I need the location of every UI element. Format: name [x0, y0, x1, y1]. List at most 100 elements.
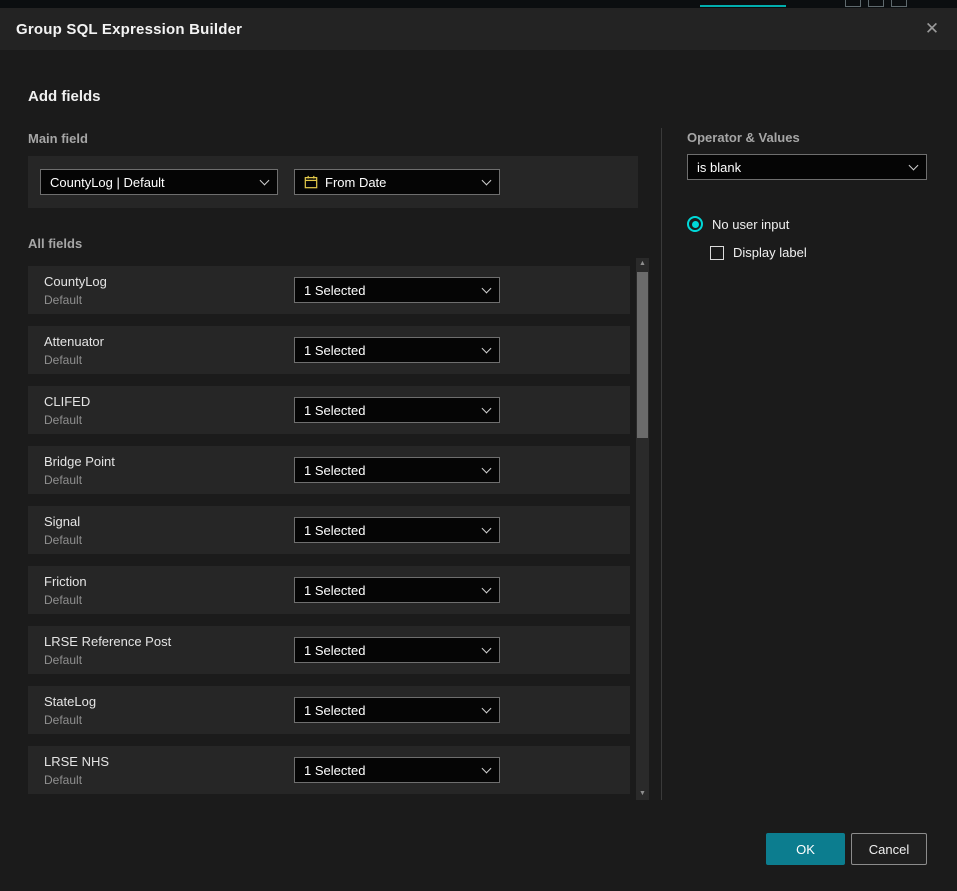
field-selected-dropdown[interactable]: 1 Selected [294, 397, 500, 423]
field-subtitle: Default [44, 413, 294, 427]
field-subtitle: Default [44, 593, 294, 607]
field-selected-dropdown[interactable]: 1 Selected [294, 577, 500, 603]
field-name: Signal [44, 514, 294, 529]
field-row: Signal Default 1 Selected [28, 506, 630, 554]
main-field-date-dropdown[interactable]: From Date [294, 169, 500, 195]
field-name: Bridge Point [44, 454, 294, 469]
field-meta: LRSE NHS Default [44, 754, 294, 787]
field-selected-dropdown[interactable]: 1 Selected [294, 517, 500, 543]
operator-value: is blank [697, 160, 902, 175]
field-selected-value: 1 Selected [304, 763, 475, 778]
field-row: Attenuator Default 1 Selected [28, 326, 630, 374]
field-row: Bridge Point Default 1 Selected [28, 446, 630, 494]
field-name: StateLog [44, 694, 294, 709]
field-meta: Signal Default [44, 514, 294, 547]
chevron-down-icon [482, 463, 492, 473]
scrollbar-up-arrow-icon[interactable]: ▲ [636, 258, 649, 270]
field-meta: StateLog Default [44, 694, 294, 727]
scrollbar-thumb[interactable] [637, 272, 648, 438]
field-row: LRSE NHS Default 1 Selected [28, 746, 630, 794]
field-selected-dropdown[interactable]: 1 Selected [294, 757, 500, 783]
all-fields-label: All fields [28, 236, 82, 251]
scrollbar[interactable]: ▲ ▼ [636, 258, 649, 800]
dialog-footer: OK Cancel [766, 833, 927, 865]
chevron-down-icon [482, 643, 492, 653]
chevron-down-icon [482, 283, 492, 293]
field-selected-dropdown[interactable]: 1 Selected [294, 637, 500, 663]
display-label-checkbox[interactable]: Display label [710, 245, 927, 260]
operator-values-label: Operator & Values [687, 130, 927, 145]
dialog-header: Group SQL Expression Builder ✕ [0, 8, 957, 50]
field-subtitle: Default [44, 773, 294, 787]
field-selected-value: 1 Selected [304, 403, 475, 418]
chevron-down-icon [482, 403, 492, 413]
field-name: LRSE NHS [44, 754, 294, 769]
no-user-input-label: No user input [712, 217, 789, 232]
background-toolbar-icon [891, 0, 907, 7]
calendar-icon [304, 175, 318, 189]
field-meta: Bridge Point Default [44, 454, 294, 487]
chevron-down-icon [909, 160, 919, 170]
field-meta: Friction Default [44, 574, 294, 607]
operator-values-panel: Operator & Values is blank No user input… [687, 130, 927, 260]
field-subtitle: Default [44, 293, 294, 307]
main-field-source-dropdown[interactable]: CountyLog | Default [40, 169, 278, 195]
field-subtitle: Default [44, 653, 294, 667]
field-selected-dropdown[interactable]: 1 Selected [294, 457, 500, 483]
field-selected-value: 1 Selected [304, 343, 475, 358]
field-name: Friction [44, 574, 294, 589]
field-meta: CountyLog Default [44, 274, 294, 307]
cancel-button[interactable]: Cancel [851, 833, 927, 865]
field-row: LRSE Reference Post Default 1 Selected [28, 626, 630, 674]
chevron-down-icon [260, 175, 270, 185]
radio-selected-icon [687, 216, 703, 232]
field-selected-value: 1 Selected [304, 523, 475, 538]
field-subtitle: Default [44, 533, 294, 547]
field-name: LRSE Reference Post [44, 634, 294, 649]
field-selected-dropdown[interactable]: 1 Selected [294, 697, 500, 723]
chevron-down-icon [482, 523, 492, 533]
screen: Group SQL Expression Builder ✕ Add field… [0, 0, 957, 891]
field-meta: CLIFED Default [44, 394, 294, 427]
close-icon[interactable]: ✕ [919, 16, 945, 42]
background-toolbar-icon [868, 0, 884, 7]
field-subtitle: Default [44, 353, 294, 367]
ok-button[interactable]: OK [766, 833, 845, 865]
chevron-down-icon [482, 583, 492, 593]
background-active-tab-indicator [700, 0, 786, 7]
field-subtitle: Default [44, 713, 294, 727]
field-subtitle: Default [44, 473, 294, 487]
field-row: CountyLog Default 1 Selected [28, 266, 630, 314]
field-name: CountyLog [44, 274, 294, 289]
chevron-down-icon [482, 175, 492, 185]
field-selected-value: 1 Selected [304, 703, 475, 718]
field-meta: Attenuator Default [44, 334, 294, 367]
chevron-down-icon [482, 763, 492, 773]
group-sql-expression-builder-dialog: Group SQL Expression Builder ✕ Add field… [0, 8, 957, 891]
background-toolbar-icon [845, 0, 861, 7]
vertical-divider [661, 128, 662, 800]
checkbox-unchecked-icon [710, 246, 724, 260]
background-app-strip [0, 0, 957, 8]
operator-dropdown[interactable]: is blank [687, 154, 927, 180]
field-selected-value: 1 Selected [304, 583, 475, 598]
field-meta: LRSE Reference Post Default [44, 634, 294, 667]
field-selected-value: 1 Selected [304, 463, 475, 478]
add-fields-heading: Add fields [28, 88, 101, 105]
field-selected-dropdown[interactable]: 1 Selected [294, 277, 500, 303]
dialog-title: Group SQL Expression Builder [16, 21, 242, 38]
scrollbar-down-arrow-icon[interactable]: ▼ [636, 788, 649, 800]
field-selected-dropdown[interactable]: 1 Selected [294, 337, 500, 363]
field-selected-value: 1 Selected [304, 283, 475, 298]
main-field-source-value: CountyLog | Default [50, 175, 253, 190]
field-row: StateLog Default 1 Selected [28, 686, 630, 734]
main-field-date-value: From Date [325, 175, 475, 190]
field-selected-value: 1 Selected [304, 643, 475, 658]
field-row: CLIFED Default 1 Selected [28, 386, 630, 434]
display-label-text: Display label [733, 245, 807, 260]
no-user-input-radio[interactable]: No user input [687, 216, 927, 232]
chevron-down-icon [482, 343, 492, 353]
chevron-down-icon [482, 703, 492, 713]
field-name: CLIFED [44, 394, 294, 409]
field-name: Attenuator [44, 334, 294, 349]
